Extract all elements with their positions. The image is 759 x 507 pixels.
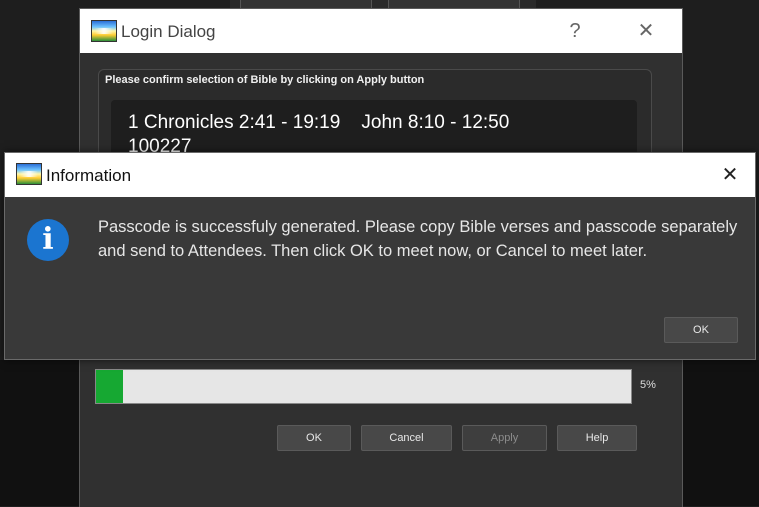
progress-bar-fill <box>96 370 123 403</box>
verses-text: 1 Chronicles 2:41 - 19:19 John 8:10 - 12… <box>128 112 510 133</box>
ok-button[interactable]: OK <box>277 425 351 451</box>
information-message: Passcode is successfuly generated. Pleas… <box>98 218 738 260</box>
information-dialog-title: Information <box>46 166 132 185</box>
cancel-button[interactable]: Cancel <box>361 425 452 451</box>
app-logo-icon <box>91 20 117 42</box>
progress-percent: 5% <box>640 379 656 391</box>
login-dialog-titlebar[interactable]: Login Dialog ? ✕ <box>80 9 682 53</box>
group-label: Please confirm selection of Bible by cli… <box>105 74 425 86</box>
apply-button[interactable]: Apply <box>462 425 547 451</box>
close-icon[interactable]: ✕ <box>631 21 661 41</box>
app-logo-icon <box>16 163 42 185</box>
help-button[interactable]: Help <box>557 425 637 451</box>
progress-bar <box>95 369 632 404</box>
info-icon: i <box>27 219 69 261</box>
close-icon[interactable]: ✕ <box>715 165 745 185</box>
information-dialog-titlebar[interactable]: Information ✕ <box>5 153 755 197</box>
information-dialog: Information ✕ i Passcode is successfuly … <box>4 152 756 360</box>
info-ok-button[interactable]: OK <box>664 317 738 343</box>
login-dialog-title: Login Dialog <box>121 22 216 41</box>
help-icon[interactable]: ? <box>560 21 590 41</box>
